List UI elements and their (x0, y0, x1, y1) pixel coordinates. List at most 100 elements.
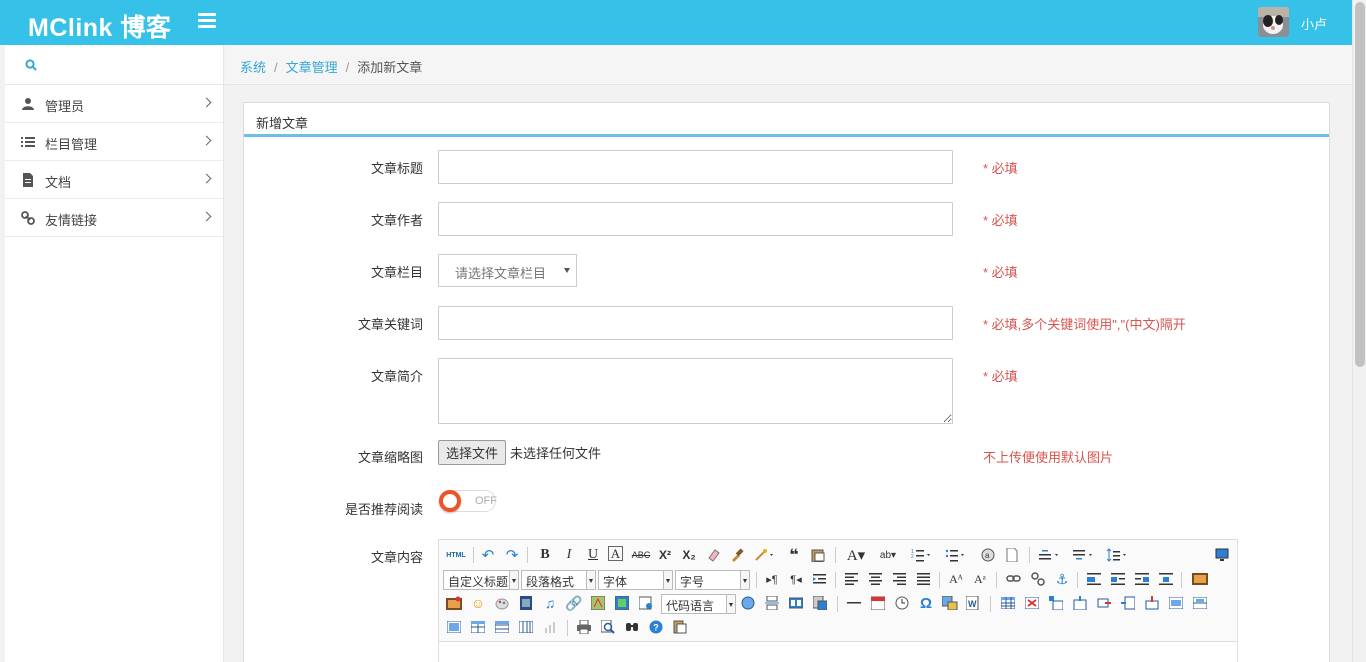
title-input[interactable] (438, 150, 953, 184)
music-icon[interactable]: ♫ (541, 594, 559, 612)
indent-icon[interactable] (811, 570, 829, 588)
insert-table-icon[interactable] (999, 594, 1017, 612)
highlight-icon[interactable]: ab▾ (875, 546, 901, 564)
search-icon[interactable] (623, 618, 641, 636)
italic-icon[interactable]: I (560, 546, 578, 564)
superscript-icon[interactable]: X² (656, 546, 674, 564)
insert-column-icon[interactable] (1119, 594, 1137, 612)
avatar[interactable] (1258, 7, 1289, 37)
breadcrumb-system[interactable]: 系统 (240, 60, 266, 75)
summary-textarea[interactable] (438, 358, 953, 424)
link-icon[interactable] (1005, 570, 1023, 588)
blank-page-icon[interactable] (1003, 546, 1021, 564)
page-scrollbar[interactable] (1352, 0, 1366, 662)
align-right-icon[interactable] (891, 570, 909, 588)
undo-icon[interactable]: ↶ (479, 546, 497, 564)
format-brush-icon[interactable] (728, 546, 746, 564)
print-icon[interactable] (575, 618, 593, 636)
insert-row-icon[interactable] (1071, 594, 1089, 612)
rtl-icon[interactable]: ¶◂ (787, 570, 805, 588)
insert-video-icon[interactable] (517, 594, 535, 612)
search-icon[interactable] (25, 59, 37, 71)
delete-row-icon[interactable] (1095, 594, 1113, 612)
category-select[interactable]: 请选择文章栏目 (438, 254, 577, 287)
font-border-icon[interactable]: A (608, 546, 623, 561)
image-none-icon[interactable] (1085, 570, 1103, 588)
drafts-icon[interactable] (671, 618, 689, 636)
row-spacing-top-icon[interactable] (1037, 546, 1063, 564)
word-import-icon[interactable]: W (965, 594, 983, 612)
image-left-icon[interactable] (1109, 570, 1127, 588)
chart-disabled-icon[interactable] (541, 618, 559, 636)
strikethrough-icon[interactable]: ABC (632, 546, 651, 564)
delete-table-icon[interactable] (1023, 594, 1041, 612)
insert-date-icon[interactable] (869, 594, 887, 612)
author-input[interactable] (438, 202, 953, 236)
split-to-cols-icon[interactable] (517, 618, 535, 636)
insert-frame-icon[interactable] (637, 594, 655, 612)
simple-upload-icon[interactable] (1191, 570, 1209, 588)
email-link-icon[interactable]: a (979, 546, 997, 564)
fullscreen-icon[interactable] (1213, 546, 1231, 564)
merge-right-icon[interactable] (1191, 594, 1209, 612)
horizontal-rule-icon[interactable] (845, 594, 863, 612)
insert-image-icon[interactable] (445, 594, 463, 612)
unordered-list-icon[interactable] (943, 546, 969, 564)
sidebar-item-links[interactable]: 友情链接 (5, 199, 223, 237)
to-uppercase-icon[interactable]: Aᴬ (947, 570, 965, 588)
scrollbar-thumb[interactable] (1355, 2, 1365, 367)
page-break-icon[interactable] (763, 594, 781, 612)
font-size-select[interactable]: 字号 (675, 570, 750, 590)
sidebar-item-docs[interactable]: 文档 (5, 161, 223, 199)
sidebar-search[interactable] (5, 45, 223, 85)
image-center-icon[interactable] (1157, 570, 1175, 588)
template-icon[interactable] (739, 594, 757, 612)
ordered-list-icon[interactable]: 12 (909, 546, 935, 564)
row-spacing-bottom-icon[interactable] (1071, 546, 1097, 564)
insert-paragraph-before-table-icon[interactable] (1047, 594, 1065, 612)
search-replace-icon[interactable] (941, 594, 959, 612)
html-source-icon[interactable]: HTML (445, 546, 467, 564)
font-family-select[interactable]: 字体 (598, 570, 673, 590)
font-color-icon[interactable]: A▾ (843, 546, 869, 564)
code-language-select[interactable]: 代码语言 (661, 594, 736, 614)
attachment-icon[interactable]: 🔗 (565, 594, 583, 612)
subscript-icon[interactable]: X₂ (680, 546, 698, 564)
sidebar-item-columns[interactable]: 栏目管理 (5, 123, 223, 161)
bold-icon[interactable]: B (536, 546, 554, 564)
image-right-icon[interactable] (1133, 570, 1151, 588)
align-center-icon[interactable] (867, 570, 885, 588)
sidebar-item-admin[interactable]: 管理员 (5, 85, 223, 123)
custom-heading-select[interactable]: 自定义标题 (443, 570, 519, 590)
menu-toggle-icon[interactable] (198, 13, 216, 29)
scrawl-icon[interactable] (493, 594, 511, 612)
blockquote-icon[interactable]: ❝ (785, 546, 803, 564)
brand-logo[interactable]: MClink 博客 (28, 8, 171, 44)
choose-file-button[interactable]: 选择文件 (438, 440, 507, 465)
merge-cells-icon[interactable] (1167, 594, 1185, 612)
align-left-icon[interactable] (843, 570, 861, 588)
username[interactable]: 小卢 (1301, 14, 1327, 33)
delete-column-icon[interactable] (1143, 594, 1161, 612)
auto-typeset-icon[interactable] (752, 546, 778, 564)
align-justify-icon[interactable] (915, 570, 933, 588)
background-icon[interactable] (787, 594, 805, 612)
paragraph-format-select[interactable]: 段落格式 (521, 570, 596, 590)
keywords-input[interactable] (438, 306, 953, 340)
help-icon[interactable]: ? (647, 618, 665, 636)
split-to-cells-icon[interactable] (469, 618, 487, 636)
special-chars-icon[interactable]: Ω (917, 594, 935, 612)
ltr-icon[interactable]: ▸¶ (763, 570, 781, 588)
merge-down-icon[interactable] (445, 618, 463, 636)
insert-time-icon[interactable] (893, 594, 911, 612)
map-icon[interactable] (589, 594, 607, 612)
preview-icon[interactable] (599, 618, 617, 636)
line-height-icon[interactable] (1105, 546, 1131, 564)
underline-icon[interactable]: U (584, 546, 602, 564)
redo-icon[interactable]: ↷ (503, 546, 521, 564)
emoticon-icon[interactable]: ☺ (469, 594, 487, 612)
to-lowercase-icon[interactable]: Aᵃ (971, 570, 989, 588)
paste-plain-icon[interactable] (809, 546, 827, 564)
word-image-icon[interactable] (811, 594, 829, 612)
eraser-icon[interactable] (704, 546, 722, 564)
